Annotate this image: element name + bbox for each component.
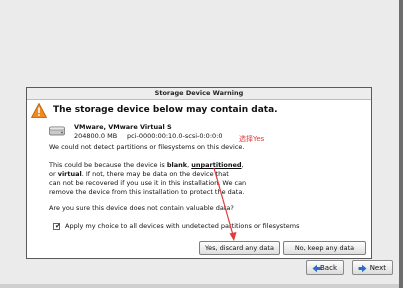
check-mark-icon: ✔ (55, 222, 61, 230)
bottom-strip (0, 284, 399, 288)
apply-to-all-row[interactable]: ✔ Apply my choice to all devices with un… (53, 222, 353, 233)
blank-word: blank (166, 161, 188, 169)
confirm-question: Are you sure this device does not contai… (49, 204, 234, 212)
keep-data-button[interactable]: No, keep any data (283, 241, 366, 255)
device-size: 204800.0 MB (74, 132, 118, 140)
back-button[interactable]: Back (306, 260, 344, 275)
storage-warning-dialog: Storage Device Warning The storage devic… (26, 87, 372, 259)
device-path: pci-0000:00:10.0-scsi-0:0:0:0 (127, 132, 223, 140)
explanation-text: This could be because the device is blan… (49, 161, 247, 196)
apply-to-all-label[interactable]: Apply my choice to all devices with unde… (65, 222, 299, 230)
no-partitions-text: We could not detect partitions or filesy… (49, 143, 245, 151)
virtual-word: virtual (57, 170, 82, 178)
unpartitioned-word: unpartitioned (191, 161, 242, 169)
window-edge (399, 0, 403, 288)
dialog-heading: The storage device below may contain dat… (53, 105, 278, 115)
dialog-title: Storage Device Warning (27, 88, 371, 100)
hard-disk-icon (49, 126, 65, 136)
back-arrow-icon (312, 264, 321, 273)
apply-to-all-checkbox[interactable]: ✔ (53, 222, 61, 230)
annotation-text: 选择Yes (239, 135, 265, 143)
device-info: VMware, VMware Virtual S 204800.0 MB pci… (49, 123, 349, 143)
back-label: Back (320, 264, 337, 272)
dialog-header: The storage device below may contain dat… (31, 103, 367, 119)
device-name: VMware, VMware Virtual S (74, 123, 172, 131)
next-arrow-icon (358, 264, 367, 273)
warning-triangle-icon (31, 103, 47, 118)
next-label: Next (369, 264, 386, 272)
discard-data-button[interactable]: Yes, discard any data (199, 241, 280, 255)
next-button[interactable]: Next (352, 260, 393, 275)
